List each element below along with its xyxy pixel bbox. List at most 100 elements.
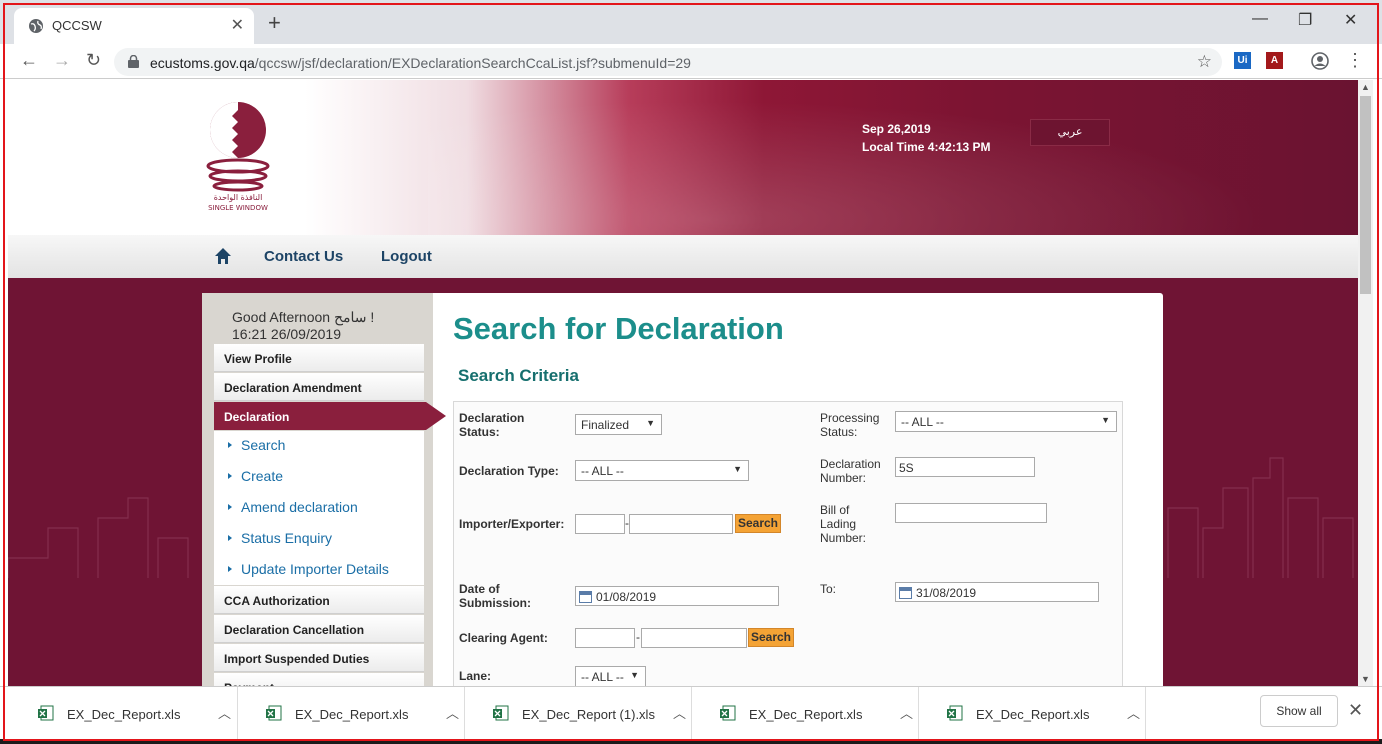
maximize-button[interactable]: ❐ [1298, 10, 1312, 30]
scrollbar-thumb[interactable] [1360, 96, 1371, 294]
chevron-up-icon[interactable]: ︿ [673, 703, 686, 722]
download-filename: EX_Dec_Report.xls [295, 707, 409, 722]
downloads-bar: EX_Dec_Report.xls ︿ EX_Dec_Report.xls ︿ … [0, 686, 1382, 744]
bill-of-lading-input[interactable] [895, 503, 1047, 523]
back-button[interactable]: ← [20, 50, 38, 71]
left-sidebar: Good Afternoon سامح ! 16:21 26/09/2019 V… [202, 293, 446, 686]
excel-file-icon [947, 705, 963, 721]
logo-english-text: SINGLE WINDOW [208, 204, 268, 212]
download-item[interactable]: EX_Dec_Report.xls ︿ [919, 687, 1146, 739]
sidebar-item-declaration[interactable]: Declaration [214, 402, 446, 430]
submenu-search[interactable]: Search [228, 437, 285, 453]
date-time-box: Sep 26,2019 Local Time 4:42:13 PM [862, 120, 991, 156]
arabic-language-button[interactable]: عربي [1030, 119, 1110, 146]
declaration-status-select[interactable]: Finalized ▼ [575, 414, 662, 435]
reload-button[interactable]: ↻ [86, 50, 101, 71]
declaration-number-input[interactable]: 5S [895, 457, 1035, 477]
declaration-status-value: Finalized [581, 418, 630, 432]
download-item[interactable]: EX_Dec_Report (1).xls ︿ [465, 687, 692, 739]
content-area: Search for Declaration Search Criteria D… [433, 293, 1163, 686]
header-decoration [428, 80, 1358, 235]
bookmark-star-icon[interactable]: ☆ [1197, 52, 1212, 72]
contact-us-link[interactable]: Contact Us [264, 248, 343, 265]
page-scrollbar[interactable]: ▲ ▼ [1358, 80, 1373, 686]
date-to-value: 31/08/2019 [916, 586, 977, 600]
chevron-up-icon[interactable]: ︿ [218, 703, 231, 722]
scroll-up-icon[interactable]: ▲ [1361, 82, 1370, 92]
importer-search-button[interactable]: Search [735, 514, 781, 533]
tab-close-icon[interactable]: ✕ [231, 15, 244, 35]
sidebar-item-payment[interactable]: Payment [214, 673, 424, 686]
declaration-status-label: Declaration Status: [459, 411, 525, 439]
close-downloads-bar-icon[interactable]: ✕ [1348, 700, 1363, 721]
submenu-status-label: Status Enquiry [241, 530, 333, 546]
date-to-label: To: [820, 582, 837, 596]
download-item[interactable]: EX_Dec_Report.xls ︿ [238, 687, 465, 739]
section-title: Search Criteria [458, 366, 579, 385]
clearing-agent-label: Clearing Agent: [459, 631, 548, 645]
os-taskbar-edge [0, 739, 1382, 744]
sidebar-item-import-suspended-duties[interactable]: Import Suspended Duties [214, 644, 424, 672]
excel-file-icon [38, 705, 54, 721]
chevron-up-icon[interactable]: ︿ [1127, 703, 1140, 722]
minimize-button[interactable]: — [1252, 10, 1268, 28]
forward-button[interactable]: → [53, 50, 71, 71]
lane-value: -- ALL -- [581, 670, 624, 684]
submenu-status-enquiry[interactable]: Status Enquiry [228, 530, 332, 546]
greeting-datetime: 16:21 26/09/2019 [232, 326, 341, 342]
main-panel: Good Afternoon سامح ! 16:21 26/09/2019 V… [202, 293, 1163, 686]
pdf-extension-icon[interactable]: A [1266, 52, 1283, 69]
submenu-search-label: Search [241, 437, 286, 453]
top-menu-bar: Contact Us Logout [8, 235, 1358, 278]
browser-tab-strip: QCCSW ✕ + — ❐ ✕ [0, 0, 1382, 44]
calendar-icon[interactable] [899, 587, 912, 599]
address-bar[interactable]: ecustoms.gov.qa/qccsw/jsf/declaration/EX… [114, 48, 1222, 76]
importer-name-input[interactable] [629, 514, 733, 534]
dropdown-caret-icon: ▼ [630, 670, 639, 680]
scroll-down-icon[interactable]: ▼ [1361, 674, 1370, 684]
page-viewport: النافذة الواحدة SINGLE WINDOW Sep 26,201… [8, 80, 1358, 686]
dropdown-caret-icon: ▼ [646, 418, 655, 428]
sidebar-item-cca-authorization[interactable]: CCA Authorization [214, 586, 424, 614]
chevron-up-icon[interactable]: ︿ [900, 703, 913, 722]
declaration-type-value: -- ALL -- [581, 464, 624, 478]
declaration-type-select[interactable]: -- ALL -- ▼ [575, 460, 749, 481]
submenu-update-importer[interactable]: Update Importer Details [228, 561, 389, 577]
calendar-icon[interactable] [579, 591, 592, 603]
sidebar-item-view-profile[interactable]: View Profile [214, 344, 424, 372]
browser-tab[interactable]: QCCSW ✕ [14, 8, 254, 44]
processing-status-label: Processing Status: [820, 411, 880, 439]
importer-code-input[interactable] [575, 514, 625, 534]
single-window-logo: النافذة الواحدة SINGLE WINDOW [206, 102, 270, 212]
browser-toolbar: ← → ↻ ecustoms.gov.qa/qccsw/jsf/declarat… [0, 44, 1382, 79]
clearing-agent-code-input[interactable] [575, 628, 635, 648]
date-to-input[interactable]: 31/08/2019 [895, 582, 1099, 602]
site-header: النافذة الواحدة SINGLE WINDOW Sep 26,201… [8, 80, 1358, 235]
show-all-downloads-button[interactable]: Show all [1260, 695, 1338, 727]
header-local-time: Local Time 4:42:13 PM [862, 140, 991, 154]
browser-menu-icon[interactable]: ⋮ [1346, 50, 1364, 71]
excel-file-icon [266, 705, 282, 721]
download-item[interactable]: EX_Dec_Report.xls ︿ [10, 687, 238, 739]
bill-of-lading-label: Bill of Lading Number: [820, 503, 867, 545]
chevron-up-icon[interactable]: ︿ [446, 703, 459, 722]
profile-icon[interactable] [1311, 52, 1329, 70]
logout-link[interactable]: Logout [381, 248, 432, 265]
submenu-create[interactable]: Create [228, 468, 283, 484]
sidebar-item-declaration-amendment[interactable]: Declaration Amendment [214, 373, 424, 401]
new-tab-button[interactable]: + [268, 12, 281, 34]
url-text: ecustoms.gov.qa/qccsw/jsf/declaration/EX… [150, 55, 691, 71]
uipath-extension-icon[interactable]: Ui [1234, 52, 1251, 69]
tab-title: QCCSW [52, 18, 102, 33]
date-from-input[interactable]: 01/08/2019 [575, 586, 779, 606]
window-close-button[interactable]: ✕ [1344, 10, 1357, 30]
processing-status-select[interactable]: -- ALL -- ▼ [895, 411, 1117, 432]
download-item[interactable]: EX_Dec_Report.xls ︿ [692, 687, 919, 739]
home-icon[interactable] [214, 247, 232, 265]
clearing-agent-name-input[interactable] [641, 628, 747, 648]
submenu-create-label: Create [241, 468, 284, 484]
clearing-agent-search-button[interactable]: Search [748, 628, 794, 647]
sidebar-item-declaration-cancellation[interactable]: Declaration Cancellation [214, 615, 424, 643]
submenu-amend-declaration[interactable]: Amend declaration [228, 499, 358, 515]
lane-select[interactable]: -- ALL -- ▼ [575, 666, 646, 686]
